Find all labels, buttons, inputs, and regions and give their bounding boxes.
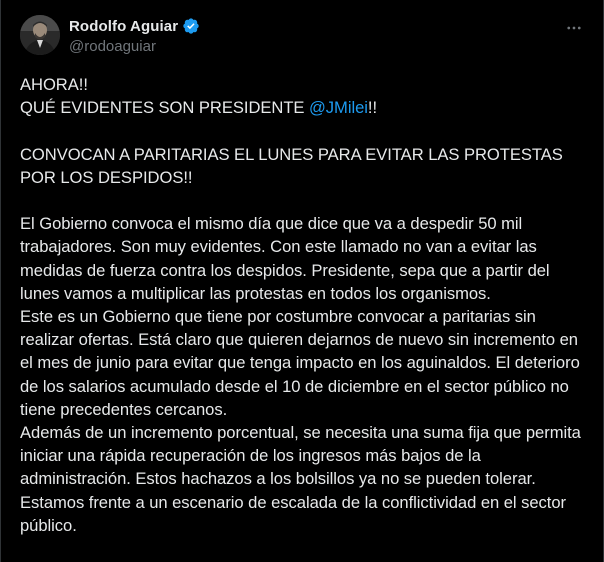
author-name[interactable]: Rodolfo Aguiar xyxy=(69,18,178,35)
paragraph: Este es un Gobierno que tiene por costum… xyxy=(20,307,580,419)
text-line: AHORA!! xyxy=(20,75,88,94)
tweet-header: Rodolfo Aguiar @rodoaguiar xyxy=(20,15,587,59)
text-line-with-mention: QUÉ EVIDENTES SON PRESIDENTE @JMilei!! xyxy=(20,96,592,119)
headline-text: CONVOCAN A PARITARIAS EL LUNES PARA EVIT… xyxy=(20,144,563,187)
author-handle[interactable]: @rodoaguiar xyxy=(69,38,200,55)
avatar-image xyxy=(20,15,60,55)
name-row: Rodolfo Aguiar xyxy=(69,16,200,36)
tweet-text: AHORA!! QUÉ EVIDENTES SON PRESIDENTE @JM… xyxy=(20,73,592,537)
text-segment: !! xyxy=(367,98,378,118)
avatar[interactable] xyxy=(20,15,60,55)
more-horizontal-icon[interactable] xyxy=(565,19,583,37)
text-segment: QUÉ EVIDENTES SON PRESIDENTE xyxy=(20,98,309,118)
paragraph: Además de un incremento porcentual, se n… xyxy=(20,423,581,535)
tweet: Rodolfo Aguiar @rodoaguiar AHORA!! QUÉ E… xyxy=(0,0,604,562)
mention-link[interactable]: @JMilei xyxy=(309,98,368,117)
paragraph: El Gobierno convoca el mismo día que dic… xyxy=(20,214,550,303)
verified-badge-icon xyxy=(182,17,200,35)
author-identity[interactable]: Rodolfo Aguiar @rodoaguiar xyxy=(69,16,200,55)
